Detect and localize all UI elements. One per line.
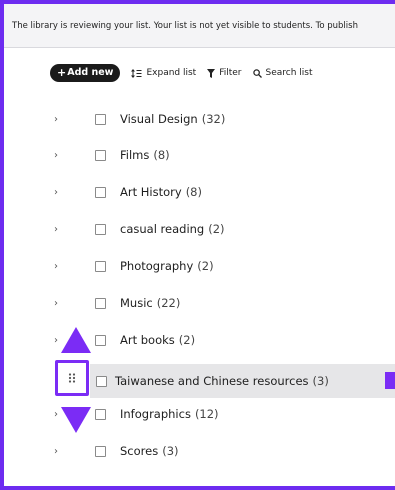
list-item[interactable]: › Photography (2)	[0, 249, 395, 283]
list-item[interactable]: › Art books (2)	[0, 323, 395, 357]
item-checkbox[interactable]	[95, 186, 106, 198]
item-checkbox[interactable]	[95, 113, 106, 125]
move-down-arrow-icon	[61, 407, 91, 433]
add-new-label: Add new	[67, 67, 114, 78]
filter-label: Filter	[219, 68, 242, 78]
move-up-arrow-icon	[61, 327, 91, 353]
chevron-right-icon[interactable]: ›	[54, 409, 58, 420]
list-item[interactable]: › Art History (8)	[0, 175, 395, 209]
item-label: Scores (3)	[120, 444, 179, 458]
item-checkbox[interactable]	[95, 260, 106, 272]
plus-icon: +	[57, 66, 67, 79]
list-item[interactable]: › Infographics (12)	[0, 397, 395, 431]
item-label: casual reading (2)	[120, 222, 225, 236]
expand-list-button[interactable]: Expand list	[131, 68, 196, 78]
drag-handle-icon	[68, 373, 76, 383]
toolbar: + Add new Expand list Filter Search list	[50, 63, 313, 83]
chevron-right-icon[interactable]: ›	[54, 187, 58, 198]
item-label: Visual Design (32)	[120, 112, 226, 126]
list-item[interactable]: › Films (8)	[0, 138, 395, 172]
expand-list-icon	[131, 68, 142, 78]
list-item[interactable]: › casual reading (2)	[0, 212, 395, 246]
filter-button[interactable]: Filter	[207, 68, 242, 78]
item-checkbox[interactable]	[95, 445, 106, 457]
search-list-button[interactable]: Search list	[252, 68, 313, 78]
chevron-right-icon[interactable]: ›	[54, 224, 58, 235]
review-notice: The library is reviewing your list. Your…	[4, 4, 395, 48]
item-label: Photography (2)	[120, 259, 214, 273]
drop-indicator	[385, 372, 395, 389]
chevron-right-icon[interactable]: ›	[54, 114, 58, 125]
item-checkbox[interactable]	[95, 223, 106, 235]
drag-handle[interactable]	[55, 360, 89, 396]
item-checkbox[interactable]	[95, 149, 106, 161]
item-label: Films (8)	[120, 148, 170, 162]
chevron-right-icon[interactable]: ›	[54, 261, 58, 272]
search-icon	[252, 68, 262, 78]
add-new-button[interactable]: + Add new	[50, 64, 121, 82]
item-checkbox[interactable]	[96, 375, 107, 387]
chevron-right-icon[interactable]: ›	[54, 335, 58, 346]
item-label: Infographics (12)	[120, 407, 219, 421]
item-label: Music (22)	[120, 296, 181, 310]
filter-icon	[207, 68, 216, 78]
chevron-right-icon[interactable]: ›	[54, 298, 58, 309]
item-checkbox[interactable]	[95, 297, 106, 309]
item-checkbox[interactable]	[95, 334, 106, 346]
item-label: Art books (2)	[120, 333, 196, 347]
list-item[interactable]: › Music (22)	[0, 286, 395, 320]
list-item[interactable]: › Scores (3)	[0, 434, 395, 468]
list-item[interactable]: › Visual Design (32)	[0, 102, 395, 136]
expand-list-label: Expand list	[146, 68, 197, 78]
chevron-right-icon[interactable]: ›	[54, 150, 58, 161]
search-list-label: Search list	[265, 68, 313, 78]
item-label: Taiwanese and Chinese resources (3)	[115, 374, 329, 388]
dragged-list-item[interactable]: Taiwanese and Chinese resources (3)	[90, 364, 395, 398]
chevron-right-icon[interactable]: ›	[54, 446, 58, 457]
item-label: Art History (8)	[120, 185, 202, 199]
item-checkbox[interactable]	[95, 408, 106, 420]
